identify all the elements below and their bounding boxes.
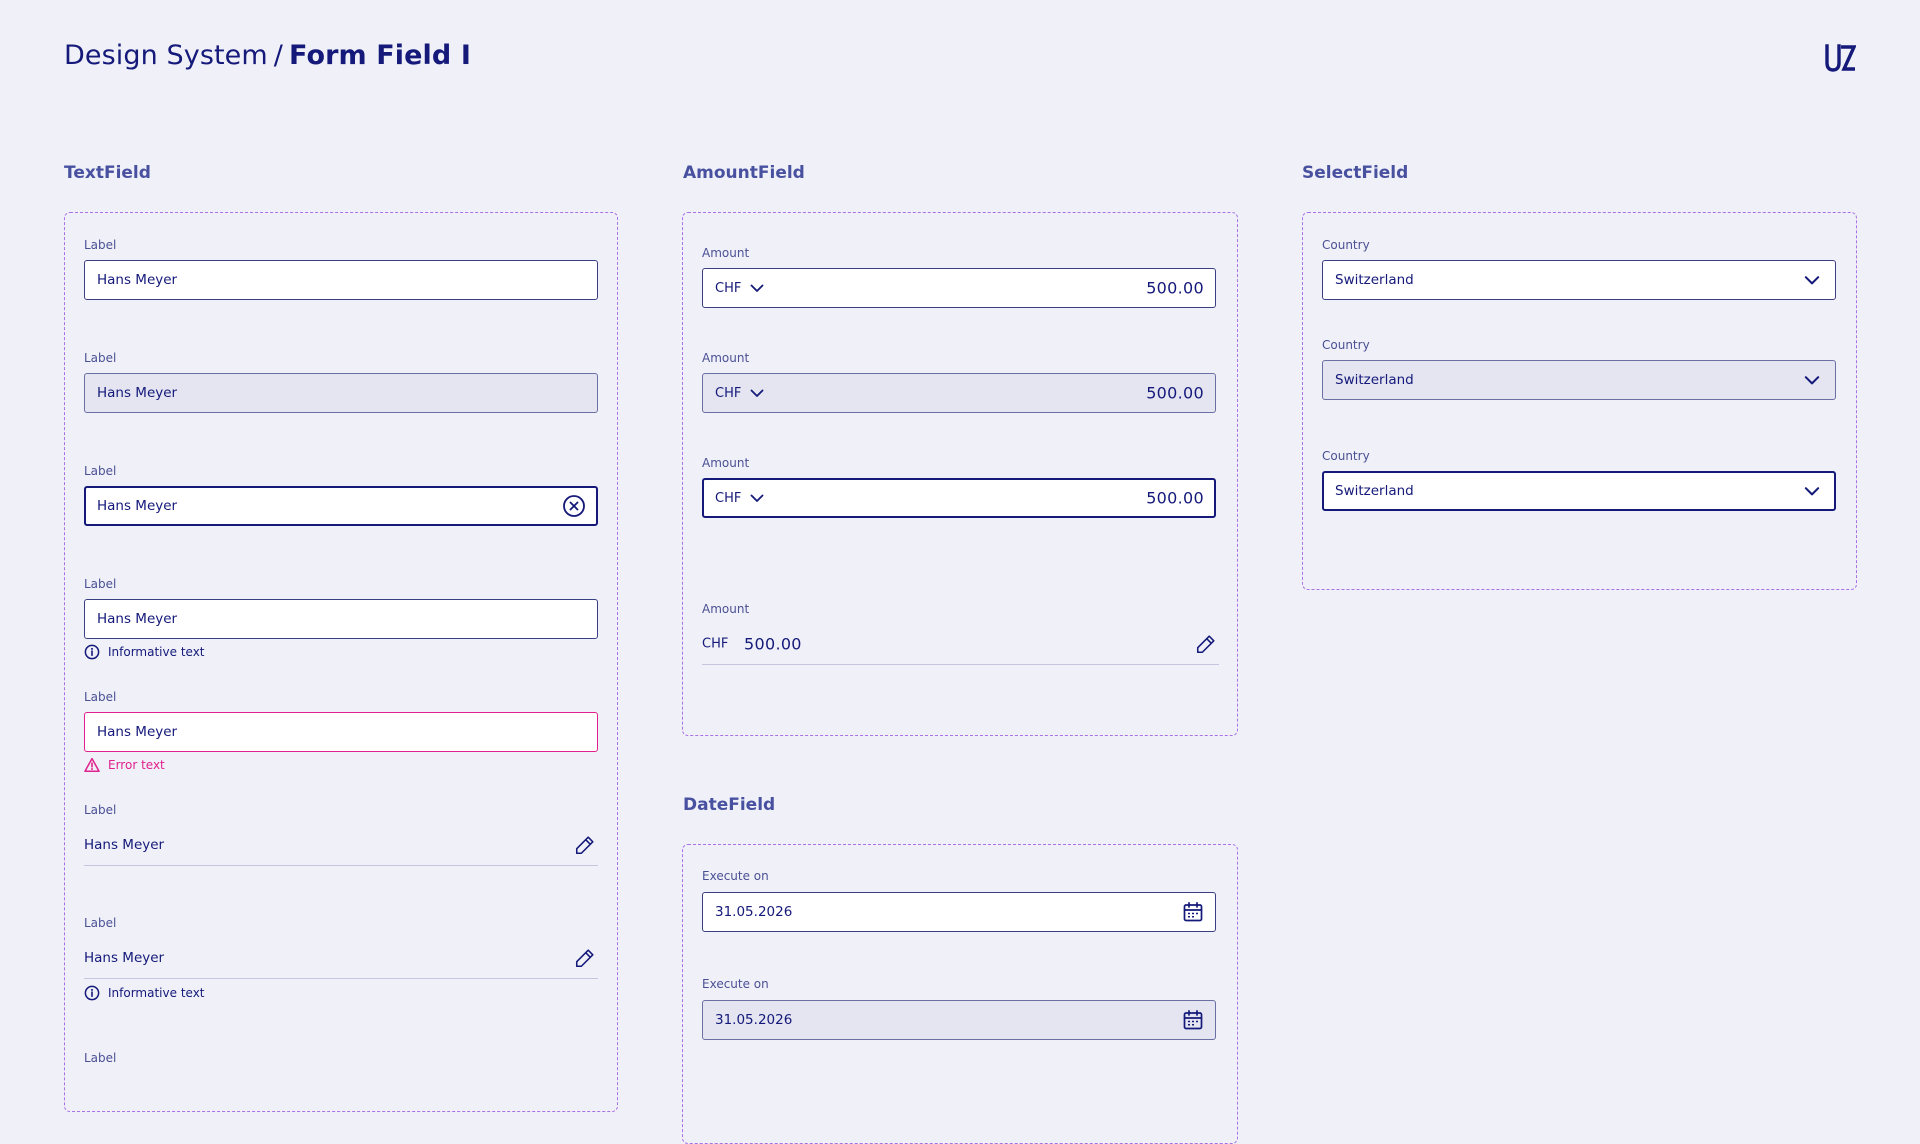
field-label: Amount — [702, 602, 750, 616]
readonly-value: Hans Meyer — [84, 837, 165, 853]
readonly-value-row: Hans Meyer — [84, 825, 598, 866]
input-value: Hans Meyer — [97, 385, 178, 401]
datefield-examples-box: Execute on 31.05.2026 Execute on 31.05.2… — [682, 844, 1238, 1144]
amount-value: 500.00 — [1146, 278, 1204, 298]
readonly-value-row: Hans Meyer — [84, 938, 598, 979]
selectfield-examples-box: Country Switzerland Country Switzerland … — [1302, 212, 1857, 590]
input-value: Hans Meyer — [97, 611, 178, 627]
amountfield-section-title: AmountField — [683, 163, 805, 183]
pencil-icon[interactable] — [574, 947, 596, 969]
title-main: Form Field I — [289, 40, 471, 71]
field-label: Amount — [702, 246, 750, 260]
title-prefix: Design System — [64, 40, 268, 71]
field-label: Amount — [702, 456, 750, 470]
country-select-disabled: Switzerland — [1322, 360, 1836, 400]
text-input-disabled: Hans Meyer — [84, 373, 598, 413]
error-label: Error text — [108, 758, 165, 772]
error-text: Error text — [84, 757, 165, 773]
text-input[interactable]: Hans Meyer — [84, 599, 598, 639]
calendar-icon — [1181, 1008, 1205, 1032]
helper-label: Informative text — [108, 645, 205, 659]
field-label: Label — [84, 351, 117, 365]
chevron-down-icon — [1803, 271, 1821, 289]
amount-input-disabled: CHF 500.00 — [702, 373, 1216, 413]
chevron-down-icon — [749, 385, 765, 401]
date-input[interactable]: 31.05.2026 — [702, 892, 1216, 932]
field-label: Label — [84, 464, 117, 478]
datefield-section-title: DateField — [683, 795, 776, 815]
helper-text: Informative text — [84, 644, 205, 660]
textfield-examples-box: Label Hans Meyer Label Hans Meyer Label … — [64, 212, 618, 1112]
field-label: Label — [84, 803, 117, 817]
date-input-disabled: 31.05.2026 — [702, 1000, 1216, 1040]
field-label: Amount — [702, 351, 750, 365]
info-icon — [84, 644, 100, 660]
field-label: Execute on — [702, 869, 769, 883]
chevron-down-icon — [749, 280, 765, 296]
amount-value: 500.00 — [1146, 383, 1204, 403]
readonly-value: Hans Meyer — [84, 950, 165, 966]
pencil-icon[interactable] — [1195, 633, 1217, 655]
country-select-focused[interactable]: Switzerland — [1322, 471, 1836, 511]
textfield-section-title: TextField — [64, 163, 151, 183]
amount-input[interactable]: CHF 500.00 — [702, 268, 1216, 308]
calendar-icon[interactable] — [1181, 900, 1205, 924]
field-label: Label — [84, 577, 117, 591]
warning-icon — [84, 757, 100, 773]
country-select[interactable]: Switzerland — [1322, 260, 1836, 300]
amount-value: 500.00 — [744, 634, 802, 654]
field-label: Country — [1322, 338, 1370, 352]
text-input-error[interactable]: Hans Meyer — [84, 712, 598, 752]
input-value: Hans Meyer — [97, 498, 178, 514]
amount-value: 500.00 — [1146, 488, 1204, 508]
chevron-down-icon — [1803, 371, 1821, 389]
field-label: Country — [1322, 238, 1370, 252]
field-label: Label — [84, 690, 117, 704]
input-value: Hans Meyer — [97, 724, 178, 740]
currency-select[interactable]: CHF — [715, 280, 765, 296]
info-icon — [84, 985, 100, 1001]
helper-text: Informative text — [84, 985, 205, 1001]
uz-logo — [1824, 44, 1856, 72]
currency-code: CHF — [715, 490, 742, 506]
input-value: Hans Meyer — [97, 272, 178, 288]
title-separator: / — [273, 40, 283, 71]
amountfield-examples-box: Amount CHF 500.00 Amount CHF 500.00 Amou… — [682, 212, 1238, 736]
currency-code: CHF — [702, 636, 729, 652]
select-value: Switzerland — [1335, 272, 1414, 288]
currency-select: CHF — [715, 385, 765, 401]
page-title: Design System / Form Field I — [64, 40, 471, 71]
field-label: Execute on — [702, 977, 769, 991]
date-value: 31.05.2026 — [715, 904, 793, 920]
helper-label: Informative text — [108, 986, 205, 1000]
field-label: Label — [84, 1051, 117, 1065]
amount-input-focused[interactable]: CHF 500.00 — [702, 478, 1216, 518]
selectfield-section-title: SelectField — [1302, 163, 1409, 183]
select-value: Switzerland — [1335, 372, 1414, 388]
select-value: Switzerland — [1335, 483, 1414, 499]
currency-code: CHF — [715, 385, 742, 401]
field-label: Country — [1322, 449, 1370, 463]
chevron-down-icon — [749, 490, 765, 506]
pencil-icon[interactable] — [574, 834, 596, 856]
field-label: Label — [84, 916, 117, 930]
date-value: 31.05.2026 — [715, 1012, 793, 1028]
field-label: Label — [84, 238, 117, 252]
currency-code: CHF — [715, 280, 742, 296]
text-input-focused[interactable]: Hans Meyer — [84, 486, 598, 526]
clear-icon[interactable] — [562, 494, 586, 518]
text-input[interactable]: Hans Meyer — [84, 260, 598, 300]
currency-select[interactable]: CHF — [715, 490, 765, 506]
readonly-amount-row: CHF 500.00 — [702, 624, 1219, 665]
chevron-down-icon — [1803, 482, 1821, 500]
